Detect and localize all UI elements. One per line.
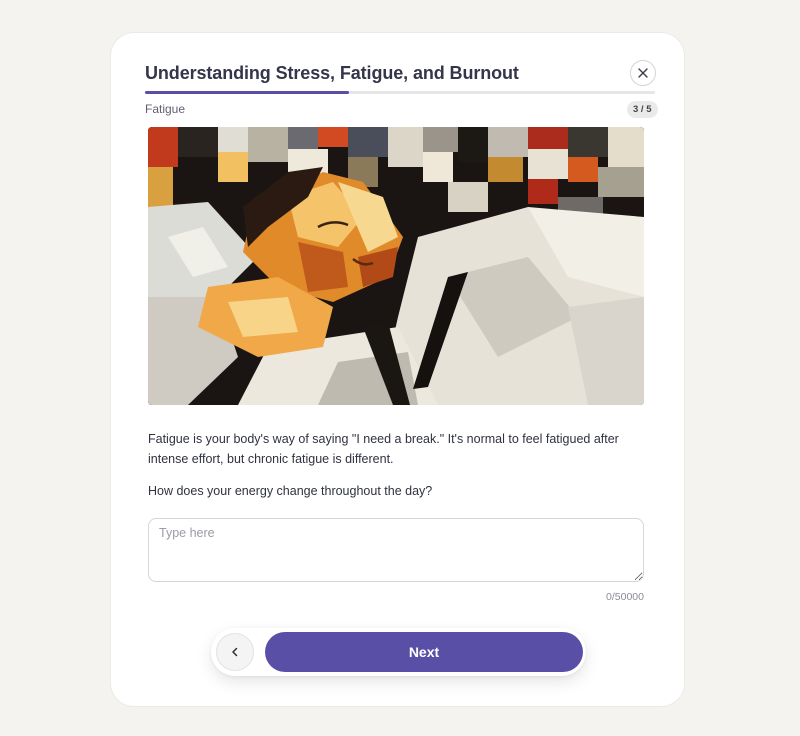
- progress-bar: [145, 91, 655, 94]
- question-prompt: How does your energy change throughout t…: [148, 484, 433, 498]
- dialog-title: Understanding Stress, Fatigue, and Burno…: [145, 63, 519, 83]
- chevron-left-icon: [232, 647, 238, 657]
- section-label: Fatigue: [145, 102, 186, 116]
- dialog-card: Understanding Stress, Fatigue, and Burno…: [110, 32, 685, 707]
- navigation-bar: Next: [211, 628, 586, 676]
- answer-input[interactable]: [148, 518, 644, 582]
- close-icon: [638, 68, 648, 78]
- back-button[interactable]: [216, 633, 254, 671]
- sleeping-person-illustration: [148, 127, 644, 405]
- progress-fill: [145, 91, 349, 94]
- hero-image: [148, 127, 644, 405]
- close-button[interactable]: [630, 60, 656, 86]
- character-counter: 0/50000: [606, 591, 644, 603]
- body-paragraph: Fatigue is your body's way of saying "I …: [148, 432, 619, 466]
- next-button[interactable]: Next: [265, 632, 583, 672]
- step-badge: 3 / 5: [627, 101, 658, 118]
